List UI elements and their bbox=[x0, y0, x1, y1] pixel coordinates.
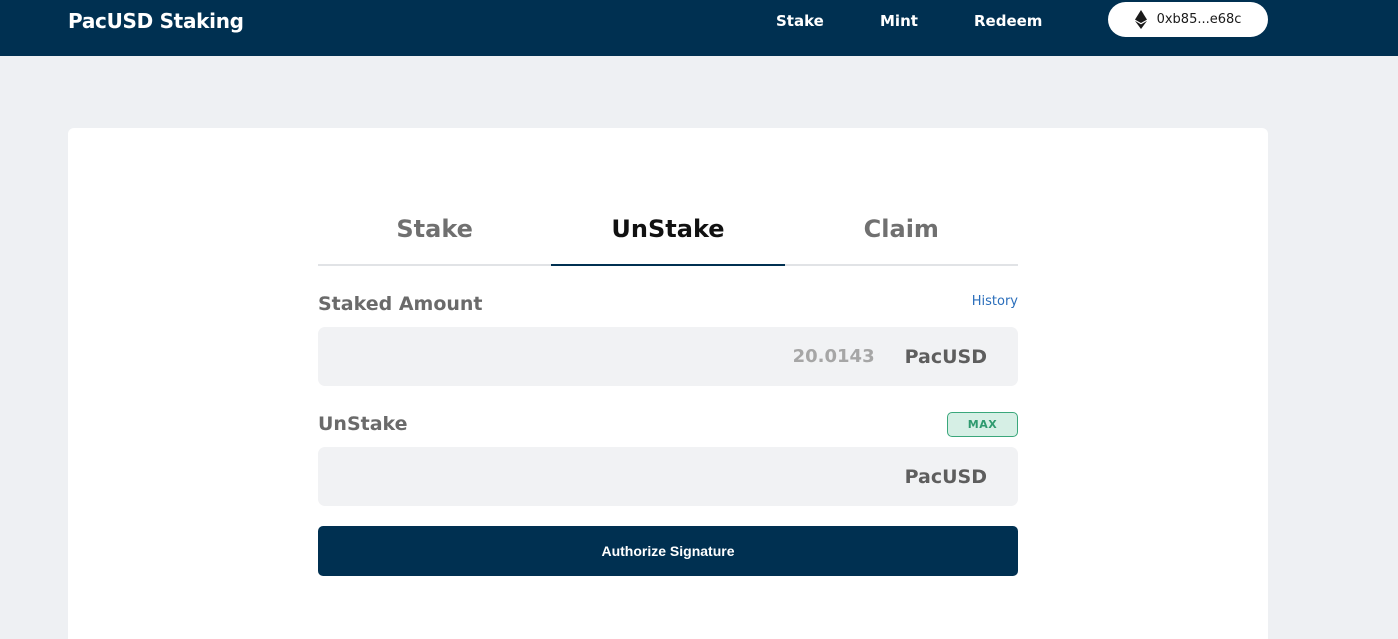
tab-unstake[interactable]: UnStake bbox=[551, 210, 785, 266]
top-navbar: PacUSD Staking Stake Mint Redeem 0xb85..… bbox=[0, 0, 1398, 56]
tab-stake[interactable]: Stake bbox=[318, 210, 551, 264]
unstake-label: UnStake bbox=[318, 413, 408, 435]
app-title: PacUSD Staking bbox=[68, 9, 244, 33]
history-link[interactable]: History bbox=[972, 294, 1018, 309]
nav-stake-link[interactable]: Stake bbox=[776, 12, 824, 30]
ethereum-icon bbox=[1134, 10, 1147, 29]
wallet-address: 0xb85...e68c bbox=[1156, 12, 1242, 27]
max-button[interactable]: MAX bbox=[947, 412, 1018, 437]
nav-mint-link[interactable]: Mint bbox=[880, 12, 918, 30]
authorize-signature-button[interactable]: Authorize Signature bbox=[318, 526, 1018, 576]
staked-amount-label: Staked Amount bbox=[318, 293, 483, 315]
wallet-address-button[interactable]: 0xb85...e68c bbox=[1108, 2, 1268, 37]
staking-tabs: Stake UnStake Claim bbox=[318, 210, 1018, 266]
staked-amount-field: 20.0143 PacUSD bbox=[318, 327, 1018, 386]
unstake-unit-label: PacUSD bbox=[904, 465, 987, 488]
staked-unit-label: PacUSD bbox=[904, 345, 987, 368]
staked-amount-value: 20.0143 bbox=[792, 346, 875, 367]
tab-claim[interactable]: Claim bbox=[785, 210, 1018, 264]
unstake-amount-input[interactable] bbox=[318, 447, 905, 506]
nav-redeem-link[interactable]: Redeem bbox=[974, 12, 1042, 30]
unstake-amount-field: PacUSD bbox=[318, 447, 1018, 506]
